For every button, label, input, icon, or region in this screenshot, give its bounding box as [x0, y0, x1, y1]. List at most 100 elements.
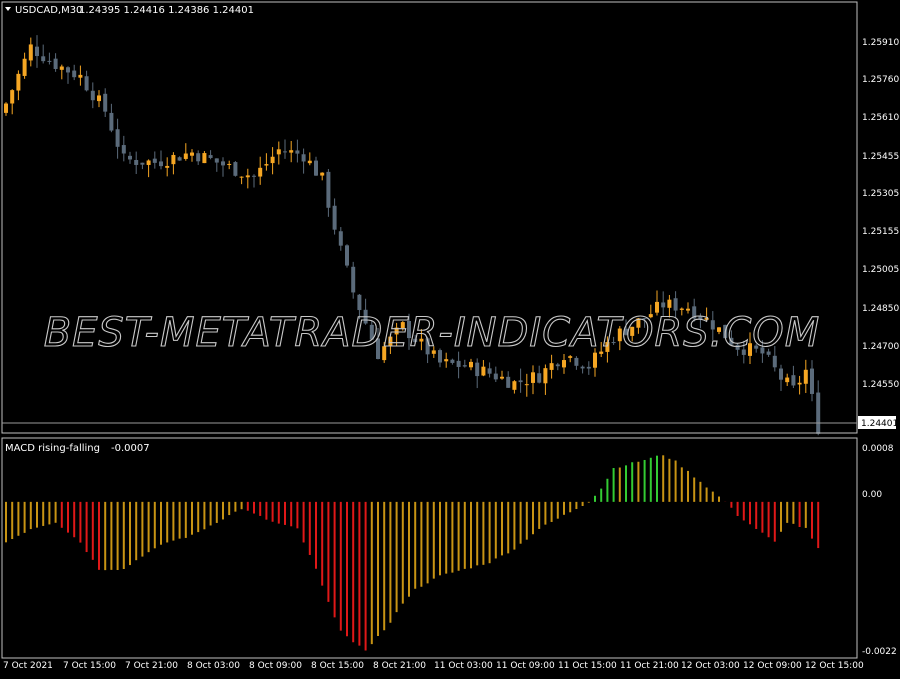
candle-body [531, 372, 535, 383]
current-price-label: 1.24401 [861, 419, 898, 429]
candle-body [72, 70, 77, 78]
watermark-text: BEST-METATRADER-INDICATORS.COM [44, 310, 821, 356]
candle-body [562, 360, 566, 368]
candle-body [16, 73, 21, 91]
candle-body [444, 359, 449, 362]
price-pane-frame [1, 1, 858, 434]
candle-body [475, 362, 480, 377]
time-label: 8 Oct 09:00 [249, 661, 302, 671]
candle-body [227, 163, 232, 165]
candle-body [115, 129, 120, 147]
price-tick: 1.25305 [862, 189, 899, 199]
candle-body [4, 103, 8, 113]
candle-body [543, 368, 548, 384]
candle-body [338, 231, 343, 246]
candle-body [140, 162, 145, 165]
candle-body [555, 364, 560, 367]
candle-body [450, 359, 455, 363]
candles-layer [4, 35, 821, 436]
trading-chart-window[interactable]: BEST-METATRADER-INDICATORS.COM USDCAD,M3… [0, 0, 900, 675]
candle-body [518, 380, 523, 383]
candle-body [283, 151, 287, 153]
price-tick: 1.24550 [862, 380, 899, 390]
candle-body [128, 155, 132, 160]
candle-body [10, 90, 15, 104]
candle-body [214, 158, 219, 163]
indicator-name: MACD rising-falling [5, 443, 100, 454]
candle-body [78, 74, 83, 78]
candle-body [456, 360, 461, 367]
candle-body [791, 375, 796, 386]
indicator-tick: 0.00 [862, 490, 882, 500]
candle-body [481, 366, 486, 376]
time-label: 12 Oct 15:00 [805, 661, 864, 671]
histogram-layer [5, 455, 820, 651]
candle-body [524, 384, 529, 386]
time-label: 7 Oct 15:00 [63, 661, 116, 671]
candle-body [574, 357, 579, 366]
symbol-label: USDCAD,M30 [15, 5, 82, 16]
candle-body [22, 58, 27, 76]
price-tick: 1.25455 [862, 152, 899, 162]
candle-body [53, 58, 58, 69]
candle-body [673, 298, 678, 311]
indicator-value: -0.0007 [111, 443, 150, 454]
candle-body [208, 155, 213, 158]
candle-body [47, 60, 52, 62]
candle-body [785, 377, 790, 383]
candle-body [568, 356, 573, 358]
candle-body [549, 363, 554, 370]
candle-body [506, 376, 511, 388]
time-label: 11 Oct 09:00 [496, 661, 555, 671]
time-label: 8 Oct 03:00 [187, 661, 240, 671]
candle-body [295, 150, 300, 154]
candle-body [183, 153, 188, 159]
chart-canvas[interactable]: BEST-METATRADER-INDICATORS.COM USDCAD,M3… [0, 0, 900, 675]
candle-body [103, 93, 108, 112]
indicator-axis[interactable]: 0.0008 0.00 -0.0022 [862, 444, 897, 657]
candle-body [586, 366, 591, 369]
candle-body [320, 172, 325, 176]
price-tick: 1.25760 [862, 75, 899, 85]
price-tick: 1.24700 [862, 342, 899, 352]
candle-body [264, 164, 269, 166]
candle-body [134, 159, 139, 165]
candle-body [109, 112, 114, 131]
candle-body [462, 365, 467, 367]
candle-body [307, 160, 312, 164]
candle-body [326, 171, 331, 208]
price-axis[interactable]: 1.25910 1.25760 1.25610 1.25455 1.25305 … [858, 38, 899, 429]
dropdown-triangle-icon[interactable] [5, 7, 11, 11]
candle-body [276, 149, 281, 155]
candle-body [41, 56, 46, 62]
candle-body [233, 162, 238, 176]
candle-body [121, 145, 126, 154]
time-label: 7 Oct 2021 [3, 661, 53, 671]
price-tick: 1.25610 [862, 113, 899, 123]
candle-body [314, 160, 318, 176]
candle-body [196, 153, 201, 162]
price-tick: 1.25005 [862, 265, 899, 275]
candle-body [301, 154, 306, 162]
candle-body [667, 299, 672, 308]
indicator-tick: -0.0022 [862, 647, 897, 657]
candle-body [816, 392, 821, 434]
time-label: 12 Oct 09:00 [743, 661, 802, 671]
candle-body [35, 46, 39, 57]
candle-body [500, 376, 504, 379]
candle-body [245, 175, 250, 178]
candle-body [152, 158, 157, 163]
candle-body [177, 157, 182, 161]
candle-body [239, 176, 244, 178]
candle-body [512, 381, 517, 390]
candle-body [146, 160, 151, 165]
candle-body [84, 76, 89, 91]
candle-body [28, 44, 33, 61]
time-label: 11 Oct 03:00 [434, 661, 493, 671]
candle-body [221, 161, 225, 166]
candle-body [252, 175, 256, 177]
candle-body [159, 161, 163, 167]
price-tick: 1.24850 [862, 304, 899, 314]
time-axis[interactable]: 7 Oct 2021 7 Oct 15:00 7 Oct 21:00 8 Oct… [3, 661, 864, 671]
time-label: 12 Oct 03:00 [681, 661, 740, 671]
